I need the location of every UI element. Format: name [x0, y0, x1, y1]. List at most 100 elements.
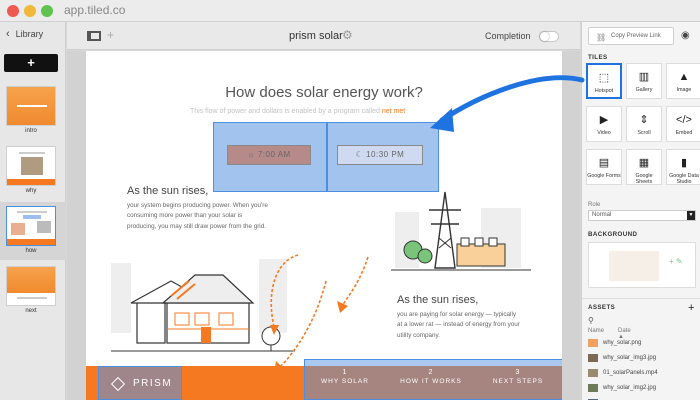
tile-label: Image: [676, 87, 692, 93]
hotspot-icon: ⬚: [598, 72, 610, 84]
section1-title: As the sun rises,: [127, 185, 209, 197]
library-item-intro[interactable]: intro: [0, 82, 66, 140]
tile-video[interactable]: ▶ Video: [586, 106, 622, 142]
assets-divider: [582, 298, 700, 299]
tile-label: Scroll: [637, 130, 651, 136]
zoom-window-button[interactable]: [41, 5, 53, 17]
library-item-how[interactable]: how: [0, 202, 66, 260]
tile-label: Google Forms: [587, 173, 621, 179]
role-select[interactable]: ▼ Normal: [588, 210, 696, 221]
video-icon: ▶: [599, 114, 609, 126]
image-icon: ▲: [678, 71, 690, 83]
tile-label: Video: [597, 130, 611, 136]
minimize-window-button[interactable]: [24, 5, 36, 17]
prism-logo-icon: [110, 376, 126, 392]
nav-item-next-steps[interactable]: 3 NEXT STEPS: [478, 369, 558, 385]
time-button-pm[interactable]: ☾ 10:30 PM: [337, 145, 423, 165]
asset-row[interactable]: why_solar.png: [588, 337, 698, 351]
eye-icon[interactable]: ◉: [681, 30, 690, 41]
page-preview: How does solar energy work? This flow of…: [86, 51, 562, 400]
section1-body: your system begins producing power. When…: [127, 202, 268, 230]
tile-google-forms[interactable]: ▤ Google Forms: [586, 149, 622, 185]
tile-label: Embed: [675, 130, 693, 136]
asset-name: 01_solarPanels.mp4: [603, 370, 658, 376]
net-metering-link[interactable]: net met: [382, 108, 405, 115]
page-thumbnail: [6, 146, 56, 186]
page-title[interactable]: prism solar: [289, 30, 343, 42]
asset-row[interactable]: why_solar_img3.jpg: [588, 352, 698, 366]
plus-icon[interactable]: +: [107, 28, 114, 42]
tile-google-data-studio[interactable]: ▮ Google Data Studio: [666, 149, 700, 185]
google-data-studio-icon: ▮: [680, 157, 688, 169]
gallery-icon: ▥: [638, 71, 650, 83]
background-section-title: BACKGROUND: [588, 231, 638, 238]
asset-thumbnail: [588, 339, 598, 347]
page-headline: How does solar energy work?: [225, 84, 423, 101]
close-window-button[interactable]: [7, 5, 19, 17]
add-page-button[interactable]: +: [4, 54, 58, 72]
page-thumbnail: [6, 206, 56, 246]
library-item-label: how: [25, 248, 37, 254]
editor-header: + prism solar ⚙ Completion: [67, 22, 580, 50]
chevron-left-icon[interactable]: ‹: [6, 28, 10, 40]
toggle-view-icon[interactable]: [87, 31, 101, 41]
tile-hotspot[interactable]: ⬚ Hotspot: [586, 63, 622, 99]
link-icon: ⛓: [596, 33, 607, 42]
library-item-next[interactable]: next: [0, 262, 66, 320]
tile-image[interactable]: ▲ Image: [666, 63, 700, 99]
nav-item-how-it-works[interactable]: 2 HOW IT WORKS: [391, 369, 471, 385]
section2-title: As the sun rises,: [397, 294, 479, 306]
library-sidebar: ‹ Library + intro why how next: [0, 22, 66, 400]
asset-name-column[interactable]: Name: [588, 328, 604, 334]
tile-scroll[interactable]: ⇕ Scroll: [626, 106, 662, 142]
library-item-label: intro: [25, 128, 37, 134]
copy-preview-link-button[interactable]: ⛓ Copy Preview Link: [588, 27, 674, 45]
background-preview[interactable]: + ✎: [588, 242, 696, 288]
title-bar: app.tiled.co: [0, 0, 700, 22]
asset-name: why_solar.png: [603, 340, 642, 346]
image-icon: + ✎: [669, 257, 683, 266]
library-item-label: why: [25, 188, 37, 194]
completion-label: Completion: [485, 31, 531, 41]
chevron-down-icon: ▼: [687, 211, 695, 220]
role-label: Role: [588, 202, 601, 208]
asset-name: why_solar_img2.jpg: [603, 385, 657, 391]
page-thumbnail: [6, 266, 56, 306]
page-thumbnail: [6, 86, 56, 126]
asset-list-header: Name Date ▲: [588, 328, 631, 340]
section2-body: you are paying for solar energy — typica…: [397, 311, 520, 339]
tile-label: Google Data Studio: [669, 173, 699, 186]
asset-row[interactable]: 01_solarPanels.mp4: [588, 367, 698, 381]
tile-gallery[interactable]: ▥ Gallery: [626, 63, 662, 99]
completion-toggle[interactable]: [539, 31, 559, 42]
asset-row[interactable]: why_solar_img2.jpg: [588, 382, 698, 396]
asset-thumbnail: [588, 369, 598, 377]
asset-thumbnail: [588, 384, 598, 392]
tile-google-sheets[interactable]: ▦ Google Sheets: [626, 149, 662, 185]
google-forms-icon: ▤: [598, 157, 610, 169]
embed-icon: </>: [676, 114, 692, 126]
power-grid-illustration: [391, 191, 531, 271]
tile-label: Google Sheets: [635, 173, 653, 186]
assets-section-title: ASSETS: [588, 304, 616, 311]
add-asset-button[interactable]: +: [688, 302, 694, 314]
library-item-why[interactable]: why: [0, 142, 66, 200]
search-icon[interactable]: ⚲: [588, 316, 594, 325]
google-sheets-icon: ▦: [638, 157, 650, 169]
library-title: Library: [15, 29, 44, 39]
sun-icon: ☼: [247, 150, 258, 159]
gear-icon[interactable]: ⚙: [342, 28, 353, 42]
library-header[interactable]: ‹ Library: [0, 22, 65, 46]
window-url: app.tiled.co: [64, 3, 126, 17]
tile-embed[interactable]: </> Embed: [666, 106, 700, 142]
tile-label: Gallery: [635, 87, 653, 93]
time-button-am[interactable]: ☼ 7:00 AM: [227, 145, 311, 165]
moon-icon: ☾: [355, 150, 367, 159]
page-subline: This flow of power and dollars is enable…: [190, 108, 406, 115]
tiles-section-title: TILES: [588, 54, 608, 61]
nav-item-why-solar[interactable]: 1 WHY SOLAR: [305, 369, 385, 385]
tile-label: Hotspot: [594, 88, 614, 94]
library-item-label: next: [25, 308, 37, 314]
brand-logo[interactable]: PRISM: [98, 366, 182, 400]
asset-name: why_solar_img3.jpg: [603, 355, 657, 361]
